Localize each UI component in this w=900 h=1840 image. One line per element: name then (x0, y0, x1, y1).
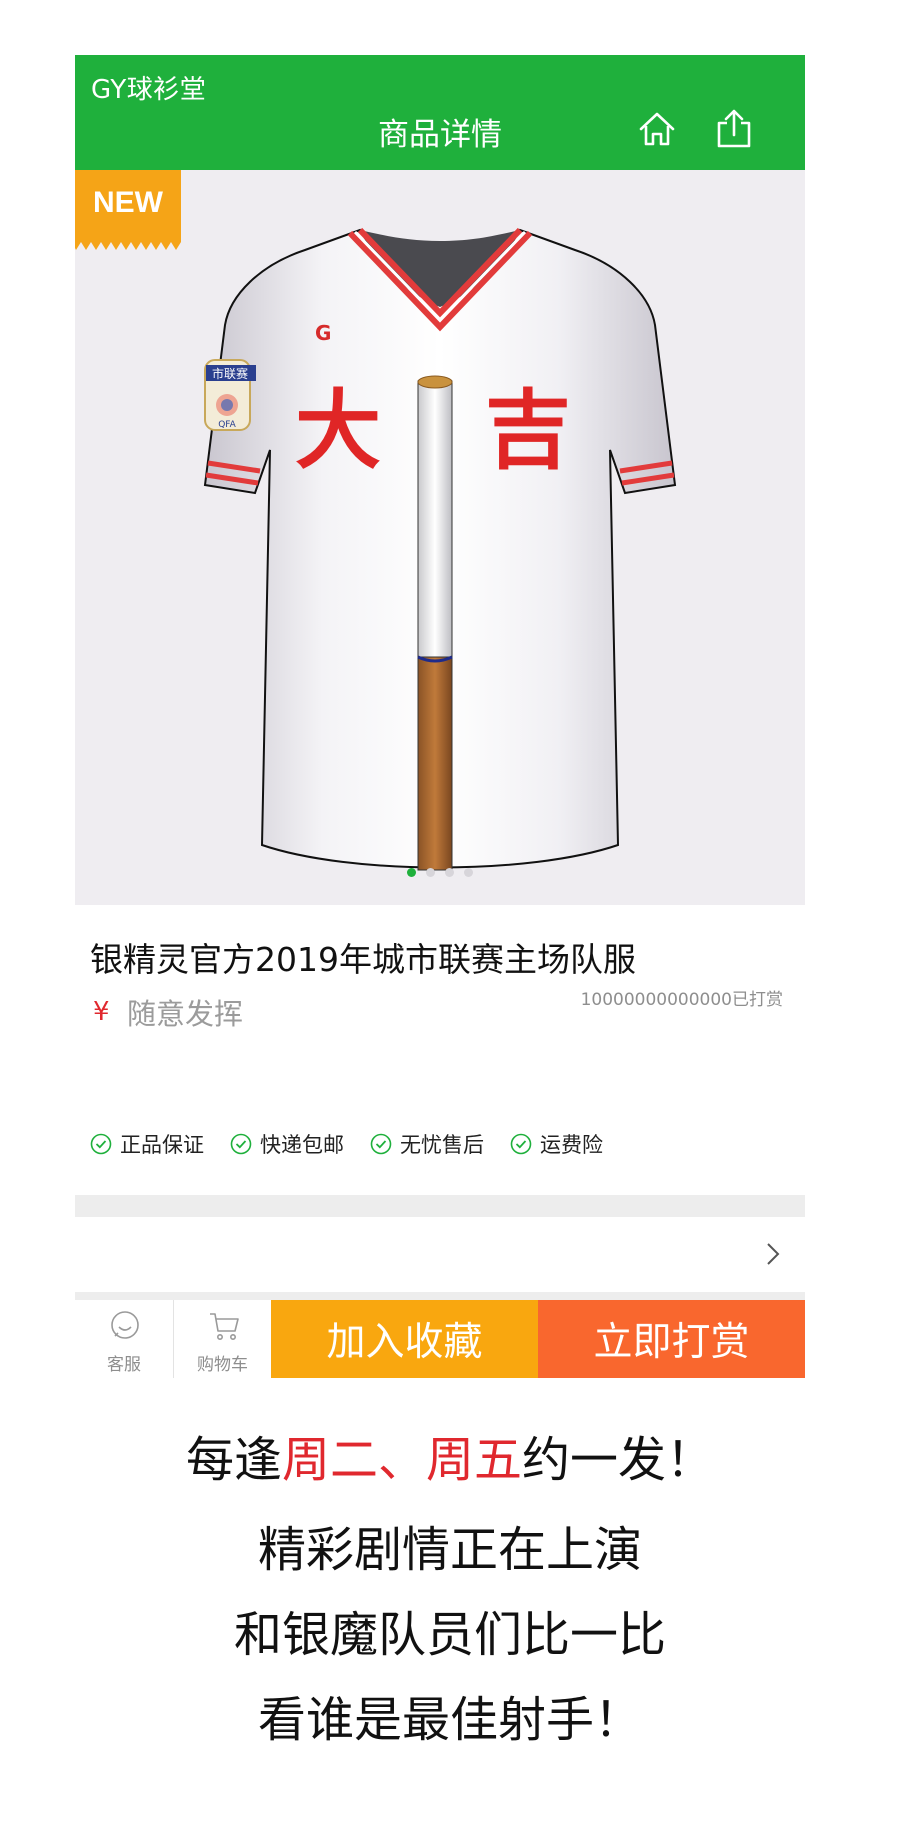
caption-line-1: 每逢周二、周五约一发！ (185, 1432, 715, 1488)
patch-text: 市联赛 (212, 366, 248, 381)
jersey-char-right: 吉 (485, 381, 571, 481)
customer-service-button[interactable]: 客服 (75, 1300, 173, 1378)
new-badge: NEW (75, 170, 181, 250)
cart-label: 购物车 (197, 1355, 248, 1375)
carousel-dot[interactable] (445, 868, 454, 877)
guarantee-label: 运费险 (540, 1133, 603, 1157)
section-divider (75, 1195, 805, 1217)
caption-highlight: 周二、周五 (281, 1432, 522, 1488)
product-image-carousel[interactable]: NEW 市联赛 QFA G 大 吉 (75, 170, 805, 905)
jersey-char-left: 大 (295, 381, 381, 481)
phone-screen: GY球衫堂 商品详情 NEW 市联赛 QFA G 大 吉 银精灵官方2019年城… (75, 55, 805, 1378)
guarantee-item: 运费险 (510, 1129, 603, 1159)
home-icon[interactable] (635, 107, 679, 151)
caption-line-3: 和银魔队员们比一比 (233, 1607, 666, 1663)
guarantee-label: 无忧售后 (400, 1133, 484, 1157)
spec-select-row[interactable] (75, 1217, 805, 1292)
price-text: 随意发挥 (127, 997, 244, 1031)
chevron-right-icon (767, 1243, 780, 1265)
carousel-dot[interactable] (464, 868, 473, 877)
section-divider (75, 1292, 805, 1300)
guarantee-label: 快递包邮 (260, 1133, 344, 1157)
customer-service-label: 客服 (107, 1355, 141, 1375)
check-circle-icon (230, 1133, 252, 1155)
caption-line-2: 精彩剧情正在上演 (257, 1522, 642, 1578)
carousel-dot[interactable] (426, 868, 435, 877)
guarantee-item: 快递包邮 (230, 1129, 344, 1159)
page-title: 商品详情 (378, 117, 502, 153)
guarantee-item: 正品保证 (90, 1129, 204, 1159)
jersey-image: 市联赛 QFA G 大 吉 (203, 227, 677, 871)
guarantee-list: 正品保证 快递包邮 无忧售后 运费险 (90, 1129, 629, 1159)
cart-button[interactable]: 购物车 (173, 1300, 271, 1378)
currency-symbol: ¥ (93, 997, 110, 1027)
check-circle-icon (370, 1133, 392, 1155)
share-icon[interactable] (712, 107, 756, 151)
chat-smile-icon (111, 1311, 139, 1339)
add-to-favorites-button[interactable]: 加入收藏 (271, 1300, 538, 1378)
cart-icon (210, 1313, 239, 1340)
team-logo: G (315, 321, 331, 345)
guarantee-item: 无忧售后 (370, 1129, 484, 1159)
patch-sub-text: QFA (218, 420, 236, 430)
tip-count: 10000000000000已打赏 (580, 990, 783, 1010)
check-circle-icon (510, 1133, 532, 1155)
product-title: 银精灵官方2019年城市联赛主场队服 (90, 940, 636, 979)
tip-now-button[interactable]: 立即打赏 (538, 1300, 805, 1378)
check-circle-icon (90, 1133, 112, 1155)
carousel-dot[interactable] (407, 868, 416, 877)
carousel-indicator (75, 868, 805, 877)
caption-line-4: 看谁是最佳射手！ (257, 1692, 642, 1748)
store-name: GY球衫堂 (91, 75, 207, 105)
bottom-action-bar: 客服 购物车 加入收藏 立即打赏 (75, 1300, 805, 1378)
product-info: 银精灵官方2019年城市联赛主场队服 ¥ 随意发挥 10000000000000… (75, 905, 805, 1195)
guarantee-label: 正品保证 (120, 1133, 204, 1157)
app-header: GY球衫堂 商品详情 (75, 55, 805, 170)
